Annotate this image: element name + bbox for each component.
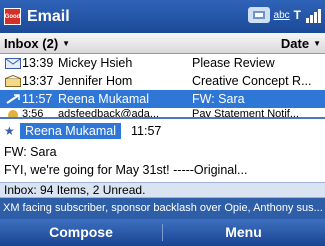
connection-icon bbox=[247, 7, 270, 23]
input-mode-indicator: abc bbox=[273, 9, 290, 21]
inbox-status: Inbox: 94 Items, 2 Unread. bbox=[0, 182, 325, 198]
message-row[interactable]: 13:37 Jennifer Hom Creative Concept R... bbox=[0, 72, 325, 90]
message-time: 3:56 bbox=[22, 108, 44, 117]
sort-dropdown[interactable]: Date ▼ bbox=[281, 36, 321, 51]
status-icons: abc T bbox=[247, 7, 321, 23]
message-time: 13:39 bbox=[22, 56, 54, 70]
message-list: 13:39 Mickey Hsieh Please Review 13:37 J… bbox=[0, 54, 325, 117]
preview-body: FYI, we're going for May 31st! -----Orig… bbox=[4, 163, 248, 177]
good-app-icon: Good bbox=[4, 8, 21, 25]
message-preview: ★ Reena Mukamal 11:57 FW: Sara FYI, we'r… bbox=[0, 117, 325, 182]
message-row[interactable]: 13:39 Mickey Hsieh Please Review bbox=[0, 54, 325, 72]
preview-subject: FW: Sara bbox=[4, 145, 57, 159]
preview-header: ★ Reena Mukamal 11:57 bbox=[0, 119, 325, 143]
preview-time: 11:57 bbox=[131, 124, 162, 138]
message-subject: Creative Concept R... bbox=[192, 74, 312, 88]
app-icon-label: Good bbox=[4, 13, 21, 20]
message-sender: Reena Mukamal bbox=[58, 92, 150, 106]
list-header: Inbox (2) ▼ Date ▼ bbox=[0, 33, 325, 54]
menu-button[interactable]: Menu bbox=[162, 219, 325, 246]
envelope-attachment-icon bbox=[4, 56, 22, 70]
message-time: 11:57 bbox=[22, 92, 53, 106]
folder-dropdown[interactable]: Inbox (2) ▼ bbox=[4, 36, 70, 51]
app-title: Email bbox=[27, 7, 70, 25]
chevron-down-icon: ▼ bbox=[62, 38, 71, 48]
signal-strength-icon bbox=[306, 7, 321, 23]
sort-label: Date bbox=[280, 35, 310, 51]
forward-icon bbox=[4, 92, 22, 106]
preview-sender: Reena Mukamal bbox=[20, 123, 122, 139]
message-sender: adsfeedback@ada... bbox=[58, 108, 160, 117]
message-time: 13:37 bbox=[22, 74, 54, 88]
envelope-icon bbox=[4, 108, 22, 117]
message-subject: FW: Sara bbox=[192, 92, 245, 106]
message-subject: Pay Statement Notif... bbox=[192, 108, 299, 117]
message-row-selected[interactable]: 11:57 Reena Mukamal FW: Sara bbox=[0, 90, 325, 108]
softkey-bar: Compose Menu bbox=[0, 219, 325, 246]
message-subject: Please Review bbox=[192, 56, 275, 70]
title-bar: Good Email abc T bbox=[0, 0, 325, 33]
compose-button[interactable]: Compose bbox=[0, 219, 162, 246]
star-icon: ★ bbox=[4, 124, 15, 138]
chevron-down-icon: ▼ bbox=[313, 38, 321, 48]
message-sender: Jennifer Hom bbox=[58, 74, 133, 88]
news-ticker[interactable]: XM facing subscriber, sponsor backlash o… bbox=[0, 198, 325, 219]
envelope-read-icon bbox=[4, 74, 22, 88]
folder-label: Inbox (2) bbox=[4, 35, 59, 51]
message-row[interactable]: 3:56 adsfeedback@ada... Pay Statement No… bbox=[0, 108, 325, 117]
message-sender: Mickey Hsieh bbox=[58, 56, 133, 70]
signal-type-label: T bbox=[293, 8, 301, 22]
